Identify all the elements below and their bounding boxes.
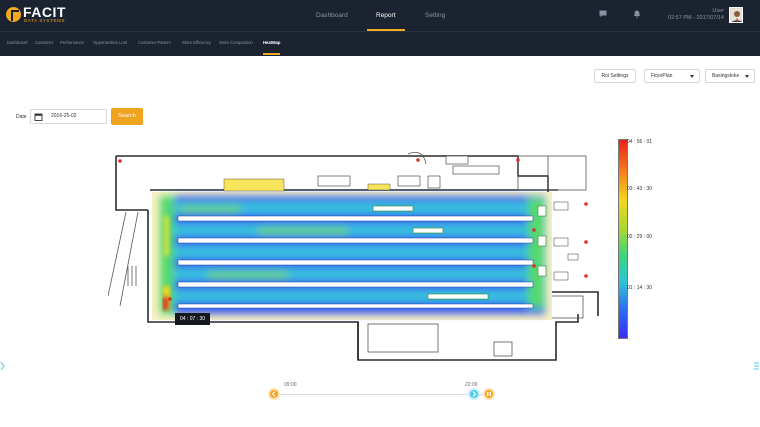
- subnav-store-efficiency[interactable]: Store Efficiency: [182, 32, 211, 56]
- calendar-icon[interactable]: [34, 113, 44, 121]
- roi-settings-button[interactable]: Roi Settings: [594, 69, 636, 83]
- nav-dashboard[interactable]: Dashboard: [316, 0, 348, 31]
- timeline-end-label: 22:00: [465, 382, 478, 388]
- chat-icon[interactable]: [599, 10, 607, 18]
- date-label: Date: [16, 114, 27, 120]
- search-button[interactable]: Search: [111, 108, 143, 125]
- timeline-end-knob[interactable]: [468, 388, 480, 400]
- current-datetime: 02:57 PM - 2017/07/14: [668, 15, 724, 21]
- subnav-customer[interactable]: Customer: [35, 32, 53, 56]
- roi-settings-label: Roi Settings: [601, 73, 629, 79]
- app-root: FACIT DATA SYSTEMS Dashboard Report Sett…: [0, 0, 760, 427]
- right-edge-handle-icon[interactable]: [753, 360, 760, 372]
- user-name[interactable]: User: [712, 8, 724, 14]
- top-navbar: FACIT DATA SYSTEMS Dashboard Report Sett…: [0, 0, 760, 31]
- brand-name: FACIT: [23, 4, 66, 20]
- timeline-start-label: 09:00: [284, 382, 297, 388]
- heatmap-floorplan[interactable]: [107, 146, 606, 364]
- floorplan-drawing: [107, 151, 599, 361]
- legend-label-mid: 02 : 29 : 00: [627, 234, 653, 240]
- subnav-opportunities-lost[interactable]: Opportunities Lost: [93, 32, 127, 56]
- chevron-right-icon: [472, 391, 477, 397]
- facit-logo[interactable]: FACIT DATA SYSTEMS: [6, 4, 66, 25]
- heatmap-tooltip: 04 : 07 : 30: [175, 313, 210, 325]
- timeline-pause-button[interactable]: [483, 388, 495, 400]
- chevron-down-icon: [690, 75, 694, 78]
- subnav-performance[interactable]: Performance: [60, 32, 84, 56]
- subnav-store-comparison[interactable]: Store Comparison: [219, 32, 253, 56]
- bell-icon[interactable]: [633, 10, 641, 18]
- chevron-down-icon: [745, 75, 749, 78]
- date-value: 2016-25-02: [51, 113, 77, 119]
- floorplan-select[interactable]: FloorPlan: [644, 69, 700, 83]
- store-select[interactable]: Basingstoke: [705, 69, 755, 83]
- avatar[interactable]: [729, 7, 743, 23]
- subnav-customer-pattern[interactable]: Customer Pattern: [138, 32, 171, 56]
- brand-tagline: DATA SYSTEMS: [24, 18, 66, 23]
- nav-setting[interactable]: Setting: [425, 0, 445, 31]
- subnav-dashboard[interactable]: Dashboard: [7, 32, 28, 56]
- nav-report[interactable]: Report: [367, 0, 404, 31]
- legend-label-max: 04 : 56 : 01: [627, 139, 653, 145]
- logo-mark-icon: [6, 7, 21, 22]
- legend-label-high: 03 : 43 : 30: [627, 186, 653, 192]
- chevron-left-icon: [271, 391, 276, 397]
- legend-label-low: 01 : 14 : 30: [627, 285, 653, 291]
- store-select-value: Basingstoke: [712, 73, 740, 79]
- timeline-track[interactable]: [276, 394, 488, 395]
- subnav-heatmap[interactable]: HeatMap: [263, 32, 281, 56]
- user-photo-icon: [730, 8, 742, 22]
- timeline-start-knob[interactable]: [268, 388, 280, 400]
- date-field[interactable]: 2016-25-02: [30, 109, 107, 124]
- report-subnav: Dashboard Customer Performance Opportuni…: [0, 31, 760, 56]
- pause-icon: [487, 392, 491, 396]
- floorplan-select-value: FloorPlan: [651, 73, 673, 79]
- left-edge-handle-icon[interactable]: [0, 360, 6, 372]
